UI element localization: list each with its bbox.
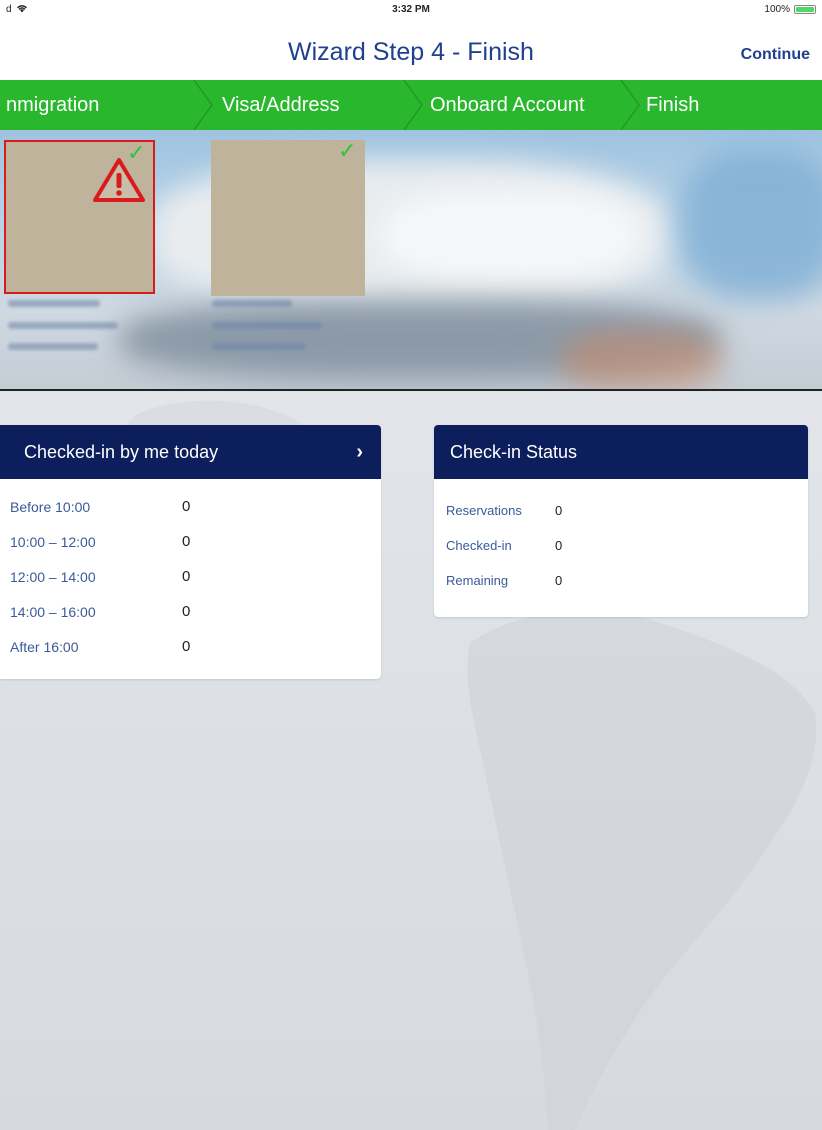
ship-background [380, 190, 640, 280]
step-label: Finish [646, 94, 700, 116]
ship-background [680, 150, 822, 300]
table-row: 12:00 – 14:00 0 [0, 559, 381, 594]
ship-background [560, 330, 720, 389]
status-value: 0 [555, 573, 563, 588]
chevron-right-icon[interactable]: › [356, 425, 363, 479]
count-value: 0 [182, 568, 191, 585]
guest-detail-blurred [8, 343, 98, 350]
table-row: After 16:00 0 [0, 629, 381, 664]
time-slot-label: Before 10:00 [10, 499, 91, 515]
continue-button[interactable]: Continue [741, 46, 810, 64]
status-label: Checked-in [446, 538, 512, 553]
status-value: 0 [555, 538, 563, 553]
panel-title: Checked-in by me today [24, 442, 219, 462]
step-label: Onboard Account [430, 94, 585, 116]
checkmark-icon: ✓ [127, 140, 146, 165]
guest-detail-blurred [212, 343, 306, 350]
step-visa-address[interactable]: Visa/Address [198, 80, 408, 130]
page-title: Wizard Step 4 - Finish [288, 38, 534, 66]
count-value: 0 [182, 498, 191, 515]
check-in-status-panel: Check-in Status Reservations 0 Checked-i… [434, 425, 808, 617]
checked-in-panel-header[interactable]: Checked-in by me today › [0, 425, 381, 479]
step-separator-icon [193, 80, 213, 130]
guest-photo-tile[interactable]: ✓ [4, 140, 155, 294]
status-label: Remaining [446, 573, 509, 588]
time-slot-label: 10:00 – 12:00 [10, 534, 96, 550]
guest-name-blurred [8, 300, 100, 307]
step-label: Visa/Address [222, 94, 340, 116]
step-separator-icon [620, 80, 640, 130]
battery-percent: 100% [764, 4, 790, 15]
step-label: nmigration [6, 94, 100, 116]
status-panel-header: Check-in Status [434, 425, 808, 479]
status-bar: d 3:32 PM 100% [0, 0, 822, 20]
table-row: Checked-in 0 [434, 526, 808, 561]
battery-icon [794, 5, 816, 14]
time-slot-label: After 16:00 [10, 639, 79, 655]
step-immigration[interactable]: nmigration [0, 80, 198, 130]
clock: 3:32 PM [392, 4, 430, 15]
checked-in-today-panel: Checked-in by me today › Before 10:00 0 … [0, 425, 381, 679]
guest-detail-blurred [8, 322, 118, 329]
table-row: Reservations 0 [434, 491, 808, 526]
guest-name-blurred [212, 300, 292, 307]
time-slot-label: 12:00 – 14:00 [10, 569, 96, 585]
count-value: 0 [182, 638, 191, 655]
step-finish[interactable]: Finish [626, 80, 822, 130]
count-value: 0 [182, 603, 191, 620]
checked-in-rows: Before 10:00 0 10:00 – 12:00 0 12:00 – 1… [0, 479, 381, 664]
table-row: Before 10:00 0 [0, 489, 381, 524]
guest-photo-tile[interactable]: ✓ [211, 138, 365, 296]
app-screen: d 3:32 PM 100% Wizard Step 4 - Finish Co… [0, 0, 822, 1130]
navigation-bar: Wizard Step 4 - Finish Continue [0, 20, 822, 80]
status-rows: Reservations 0 Checked-in 0 Remaining 0 [434, 479, 808, 596]
battery-indicator: 100% [764, 4, 816, 15]
checkmark-icon: ✓ [338, 138, 357, 163]
step-onboard-account[interactable]: Onboard Account [408, 80, 626, 130]
step-separator-icon [403, 80, 423, 130]
table-row: Remaining 0 [434, 561, 808, 596]
panel-title: Check-in Status [450, 442, 578, 462]
table-row: 10:00 – 12:00 0 [0, 524, 381, 559]
time-slot-label: 14:00 – 16:00 [10, 604, 96, 620]
table-row: 14:00 – 16:00 0 [0, 594, 381, 629]
count-value: 0 [182, 533, 191, 550]
status-label: Reservations [446, 503, 522, 518]
wizard-steps-bar: nmigration Visa/Address Onboard Account … [0, 80, 822, 130]
guest-detail-blurred [212, 322, 322, 329]
status-value: 0 [555, 503, 563, 518]
